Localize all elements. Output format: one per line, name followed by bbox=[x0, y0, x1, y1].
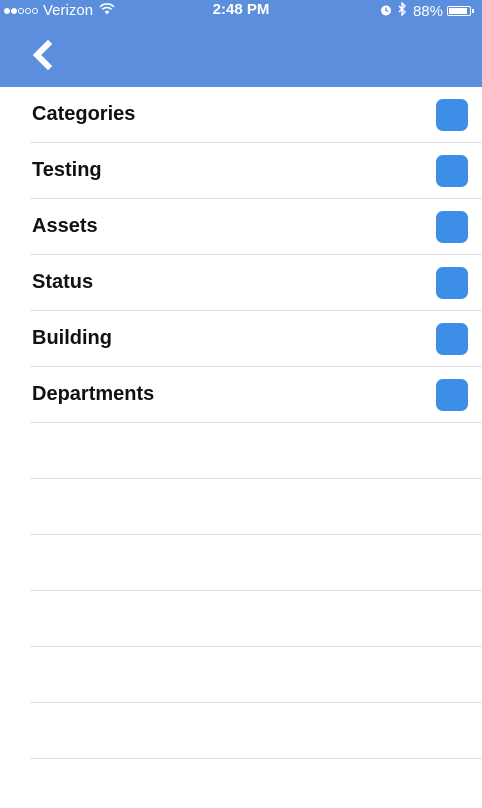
list-item-label: Building bbox=[32, 327, 112, 349]
list-item-categories[interactable]: Categories bbox=[30, 87, 482, 143]
status-bar: Verizon 2:48 PM 88% bbox=[0, 0, 482, 22]
chevron-left-icon bbox=[32, 39, 53, 71]
battery-fill bbox=[449, 8, 467, 14]
checkbox[interactable] bbox=[436, 155, 468, 187]
battery-tip bbox=[472, 9, 474, 13]
list-item-building[interactable]: Building bbox=[30, 311, 482, 367]
status-right: 88% bbox=[380, 1, 474, 20]
checkbox[interactable] bbox=[436, 211, 468, 243]
battery-icon bbox=[447, 6, 474, 16]
checkbox[interactable] bbox=[436, 379, 468, 411]
back-button[interactable] bbox=[28, 39, 56, 71]
checkbox[interactable] bbox=[436, 323, 468, 355]
list-item-label: Departments bbox=[32, 383, 155, 405]
list-item-label: Testing bbox=[32, 159, 102, 181]
list-item-label: Status bbox=[32, 271, 94, 293]
header: Verizon 2:48 PM 88% bbox=[0, 0, 482, 87]
list-item-departments[interactable]: Departments bbox=[30, 367, 482, 423]
nav-bar bbox=[0, 22, 482, 87]
empty-row bbox=[30, 423, 482, 479]
empty-row bbox=[30, 703, 482, 759]
empty-row bbox=[30, 535, 482, 591]
empty-row bbox=[30, 647, 482, 703]
alarm-icon bbox=[380, 3, 392, 20]
checkbox[interactable] bbox=[436, 99, 468, 131]
list-item-label: Assets bbox=[32, 215, 98, 237]
empty-row bbox=[30, 479, 482, 535]
empty-row bbox=[30, 591, 482, 647]
filter-list: Categories Testing Assets Status Buildin… bbox=[0, 87, 482, 759]
list-item-testing[interactable]: Testing bbox=[30, 143, 482, 199]
list-item-assets[interactable]: Assets bbox=[30, 199, 482, 255]
list-item-label: Categories bbox=[32, 103, 136, 125]
bluetooth-icon bbox=[398, 1, 407, 20]
screen: Verizon 2:48 PM 88% Categories Testing A… bbox=[0, 0, 482, 808]
list-item-status[interactable]: Status bbox=[30, 255, 482, 311]
battery-percent: 88% bbox=[412, 2, 443, 20]
battery-body bbox=[447, 6, 471, 16]
checkbox[interactable] bbox=[436, 267, 468, 299]
